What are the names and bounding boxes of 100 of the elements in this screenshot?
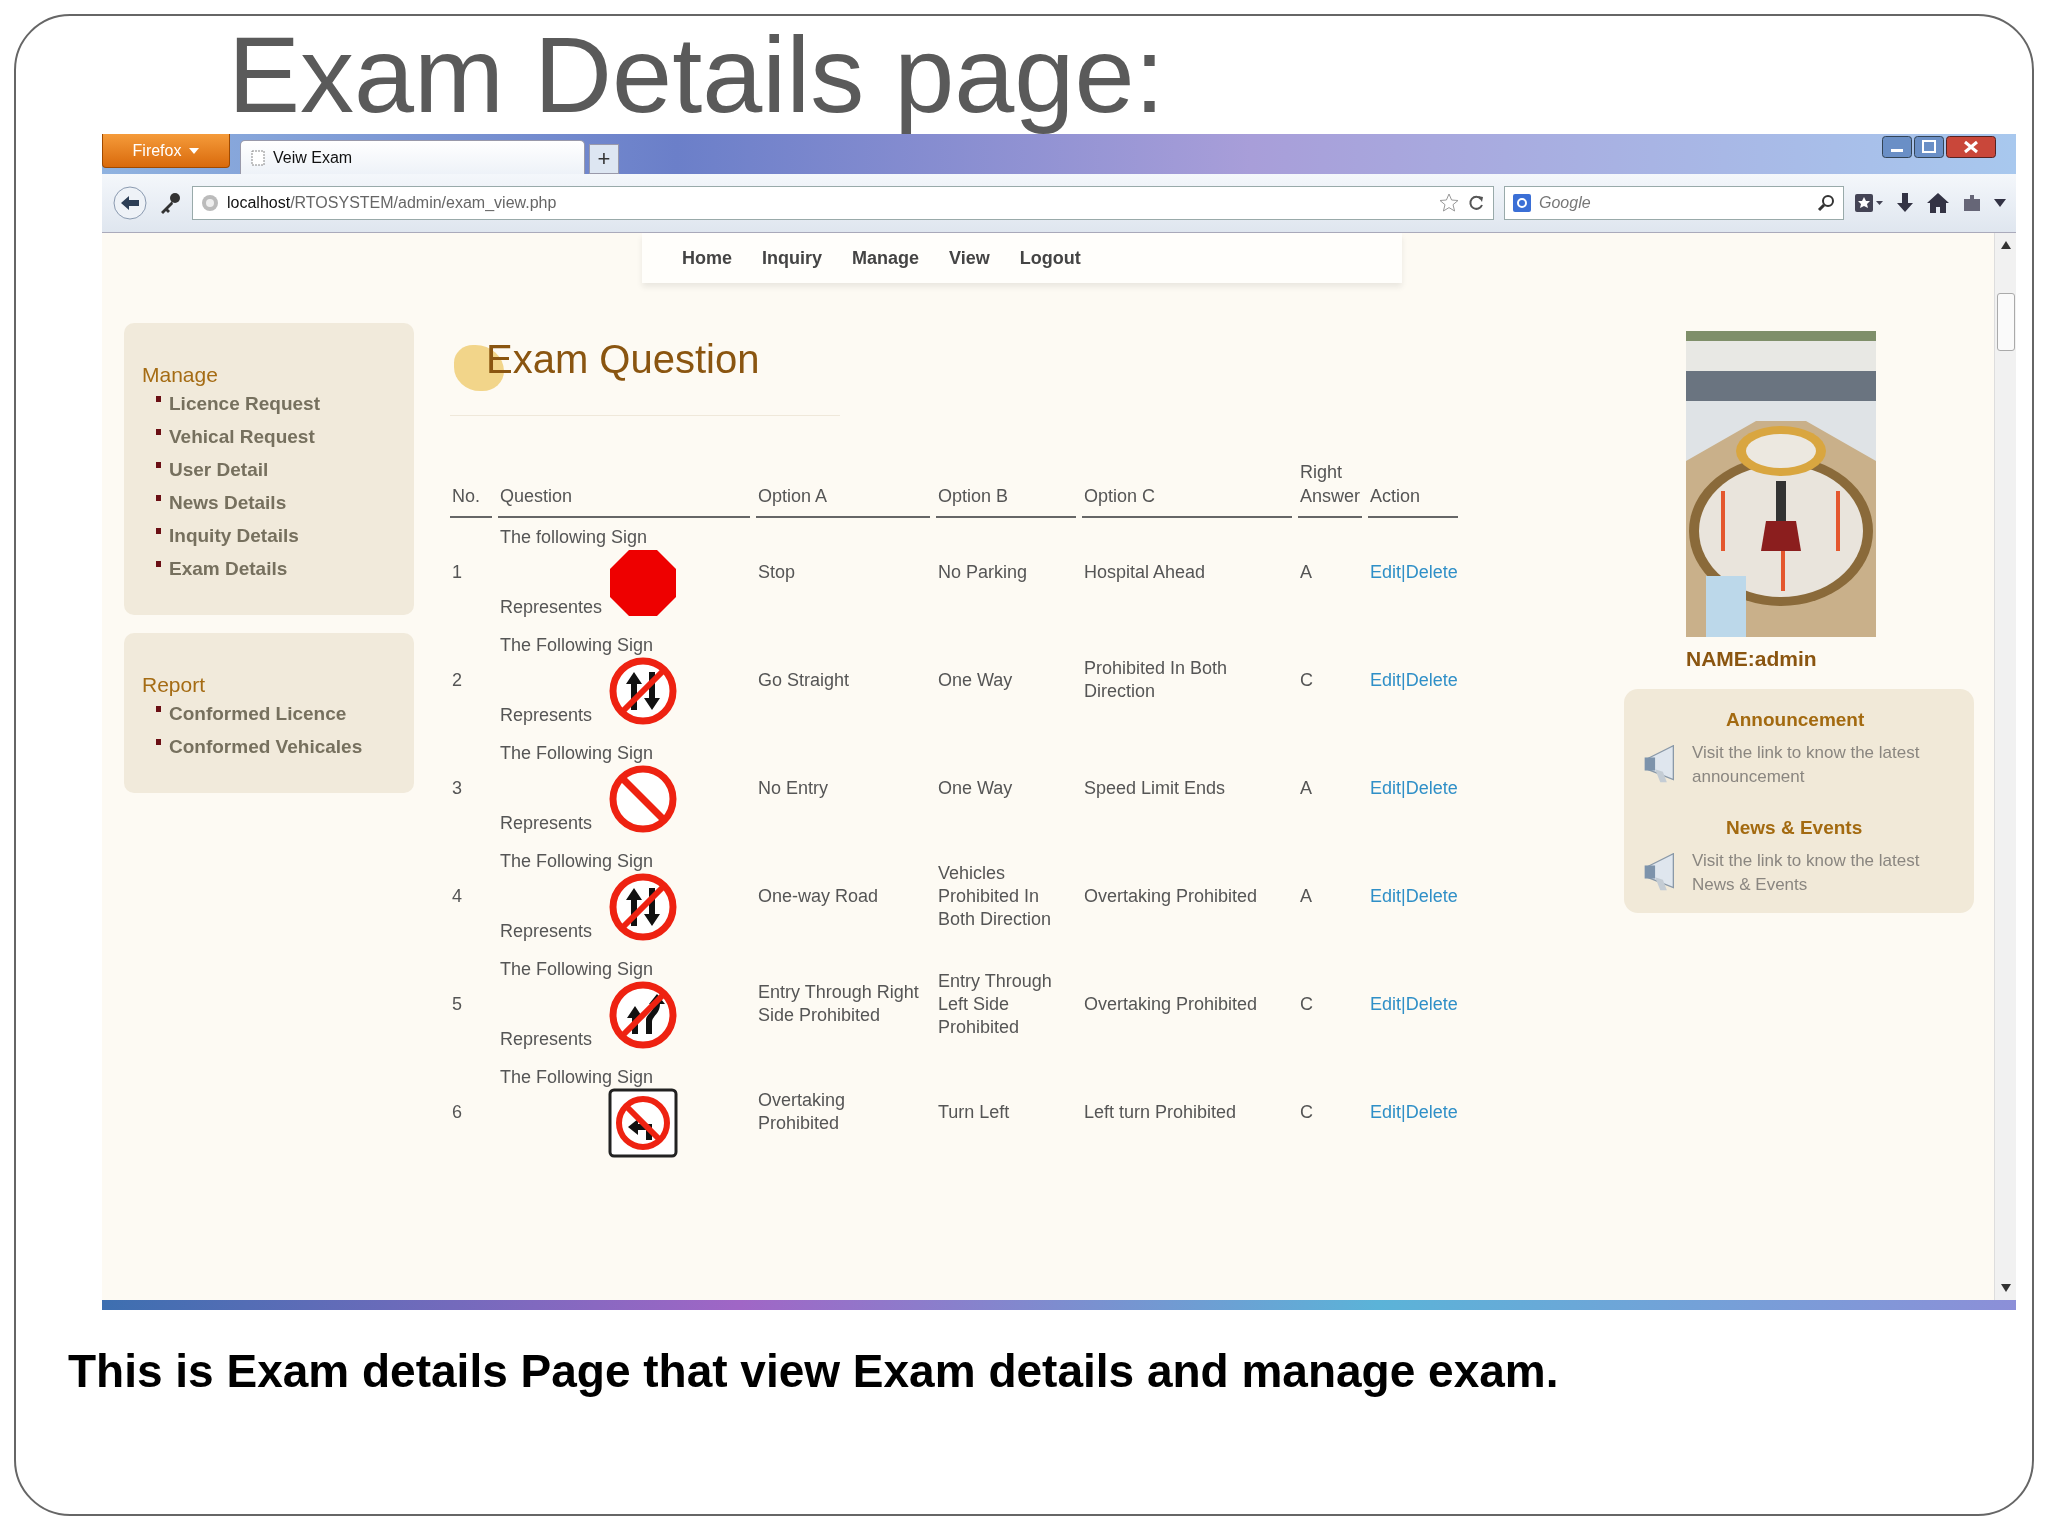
- scroll-down-icon[interactable]: [2000, 1284, 2011, 1292]
- column-header: Option A: [756, 460, 930, 518]
- search-icon[interactable]: [1817, 194, 1835, 212]
- prohibition-sign-icon: [608, 764, 678, 834]
- table-cell-text: One Way: [937, 668, 1014, 692]
- table-cell-text: Entry Through Right Side Prohibited: [757, 981, 920, 1027]
- nav-link[interactable]: View: [949, 247, 990, 269]
- maximize-icon[interactable]: [1914, 136, 1944, 158]
- table-cell-text: Hospital Ahead: [1083, 560, 1207, 584]
- scroll-thumb[interactable]: [1996, 293, 2015, 351]
- nav-link[interactable]: Inquiry: [762, 247, 823, 269]
- prohibition-sign-icon: [608, 1088, 678, 1158]
- sidebar-link[interactable]: Vehical Request: [169, 426, 315, 448]
- column-header: Option C: [1082, 460, 1292, 518]
- sidebar-link[interactable]: News Details: [169, 492, 287, 514]
- table-cell-text: Entry Through Left Side Prohibited: [937, 969, 1053, 1039]
- bullet-icon: [156, 462, 161, 468]
- notice-title[interactable]: Announcement: [1726, 709, 1960, 731]
- question-text: The Following Sign: [500, 634, 655, 656]
- bullet-icon: [156, 561, 161, 567]
- reload-icon[interactable]: [1467, 194, 1485, 212]
- table-cell-text: No Entry: [757, 776, 830, 800]
- table-cell-text: Vehicles Prohibited In Both Direction: [937, 861, 1053, 931]
- table-cell-text: A: [1299, 560, 1313, 584]
- browser-tab[interactable]: Veiw Exam: [240, 140, 585, 174]
- table-cell-text: 1: [451, 560, 463, 584]
- table-cell-text: C: [1299, 992, 1314, 1016]
- question-text: Representes: [500, 596, 604, 618]
- link-separator: |: [1401, 993, 1406, 1014]
- table-cell-text: 3: [451, 776, 463, 800]
- sidebar-heading: Manage: [142, 363, 219, 387]
- table-cell-text: No Parking: [937, 560, 1029, 584]
- table-cell-text: C: [1299, 1100, 1314, 1124]
- scroll-up-icon[interactable]: [2000, 241, 2011, 249]
- slide-title: Exam Details page:: [227, 16, 1166, 134]
- delete-link[interactable]: Delete: [1405, 1101, 1458, 1122]
- new-tab-button[interactable]: +: [589, 144, 619, 174]
- caret-icon: [189, 147, 200, 154]
- sidebar-link[interactable]: Licence Request: [169, 393, 320, 415]
- search-field[interactable]: Google: [1504, 186, 1844, 220]
- back-icon[interactable]: [112, 185, 148, 221]
- close-icon[interactable]: [1946, 136, 1996, 158]
- stop-sign-icon: [608, 548, 678, 618]
- sidebar-link[interactable]: User Detail: [169, 459, 269, 481]
- question-text: Represents: [500, 1028, 594, 1050]
- link-separator: |: [1401, 1101, 1406, 1122]
- delete-link[interactable]: Delete: [1405, 993, 1458, 1014]
- sidebar-link[interactable]: Exam Details: [169, 558, 288, 580]
- table-cell-text: 6: [451, 1100, 463, 1124]
- sidebar-link[interactable]: Inquity Details: [169, 525, 299, 547]
- delete-link[interactable]: Delete: [1405, 561, 1458, 582]
- question-text: Represents: [500, 704, 594, 726]
- bullet-icon: [156, 739, 161, 745]
- table-cell-text: Overtaking Prohibited: [1083, 992, 1259, 1016]
- page-heading: Exam Question: [486, 337, 760, 381]
- sidebar-link[interactable]: Conformed Licence: [169, 703, 347, 725]
- nav-link[interactable]: Manage: [852, 247, 920, 269]
- link-separator: |: [1401, 885, 1406, 906]
- caret-icon[interactable]: [1994, 199, 2006, 207]
- notice-title[interactable]: News & Events: [1726, 817, 1960, 839]
- delete-link[interactable]: Delete: [1405, 777, 1458, 798]
- bookmarks-icon[interactable]: [1854, 192, 1884, 214]
- link-separator: |: [1401, 669, 1406, 690]
- table-cell-text: One-way Road: [757, 884, 880, 908]
- table-cell-text: Prohibited In Both Direction: [1083, 657, 1229, 703]
- question-text: The Following Sign: [500, 958, 655, 980]
- question-text: The Following Sign: [500, 742, 655, 764]
- home-icon[interactable]: [1926, 191, 1950, 215]
- column-header: Question: [498, 460, 750, 518]
- table-cell-text: Left turn Prohibited: [1083, 1100, 1238, 1124]
- scrollbar[interactable]: [1994, 233, 2016, 1300]
- delete-link[interactable]: Delete: [1405, 885, 1458, 906]
- url-field[interactable]: localhost/RTOSYSTEM/admin/exam_view.php: [192, 186, 1494, 220]
- table-cell-text: Overtaking Prohibited: [1083, 884, 1259, 908]
- column-header: Action: [1368, 460, 1458, 518]
- link-separator: |: [1401, 777, 1406, 798]
- megaphone-icon: [1644, 745, 1674, 783]
- table-cell-text: One Way: [937, 776, 1014, 800]
- globe-icon: [201, 194, 219, 212]
- table-cell-text: C: [1299, 668, 1314, 692]
- table-cell-text: Stop: [757, 560, 797, 584]
- page-icon: [251, 149, 265, 166]
- notice-text: Visit the link to know the latest announcement: [1692, 742, 1921, 788]
- firefox-menu-button[interactable]: Firefox: [102, 134, 230, 168]
- table-cell-text: Turn Left: [937, 1100, 1011, 1124]
- table-cell-text: A: [1299, 776, 1313, 800]
- minimize-icon[interactable]: [1882, 136, 1912, 158]
- bullet-icon: [156, 495, 161, 501]
- megaphone-icon: [1644, 853, 1674, 891]
- bullet-icon: [156, 528, 161, 534]
- delete-link[interactable]: Delete: [1405, 669, 1458, 690]
- star-icon[interactable]: [1439, 193, 1459, 213]
- nav-link[interactable]: Logout: [1019, 247, 1081, 269]
- nav-link[interactable]: Home: [682, 247, 732, 269]
- question-text: Represents: [500, 920, 594, 942]
- notice-text: Visit the link to know the latest News & Events: [1692, 850, 1921, 896]
- slide-caption: This is Exam details Page that view Exam details and manage exam.: [68, 1344, 1560, 1398]
- sidebar-link[interactable]: Conformed Vehicales: [169, 736, 363, 758]
- table-cell-text: Speed Limit Ends: [1083, 776, 1227, 800]
- prohibition-sign-icon: [608, 980, 678, 1050]
